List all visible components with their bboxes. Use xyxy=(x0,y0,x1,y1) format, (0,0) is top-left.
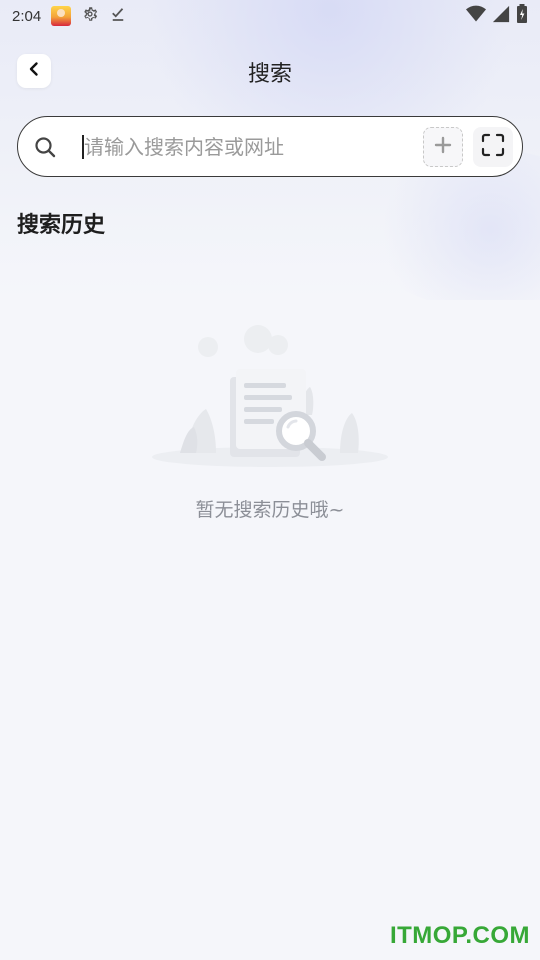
empty-state-illustration xyxy=(150,325,390,475)
watermark: ITMOP.COM xyxy=(389,922,530,949)
add-button[interactable] xyxy=(423,127,463,167)
plus-icon xyxy=(434,136,452,158)
search-bar xyxy=(17,116,523,177)
app-icon xyxy=(51,6,72,26)
status-time: 2:04 xyxy=(12,7,42,25)
page-title: 搜索 xyxy=(247,62,292,87)
page-header: 搜索 xyxy=(0,50,540,92)
scan-button[interactable] xyxy=(473,127,513,167)
empty-state-text: 暂无搜索历史哦~ xyxy=(195,499,345,521)
wifi-icon xyxy=(466,5,486,27)
signal-icon xyxy=(492,5,510,27)
download-done-icon xyxy=(109,5,127,27)
battery-icon xyxy=(516,4,528,28)
settings-icon xyxy=(81,5,99,27)
search-history-title: 搜索历史 xyxy=(17,213,106,238)
search-input[interactable] xyxy=(84,131,424,163)
status-bar: 2:04 xyxy=(0,0,540,32)
scan-icon xyxy=(481,133,505,161)
search-icon xyxy=(34,136,56,162)
